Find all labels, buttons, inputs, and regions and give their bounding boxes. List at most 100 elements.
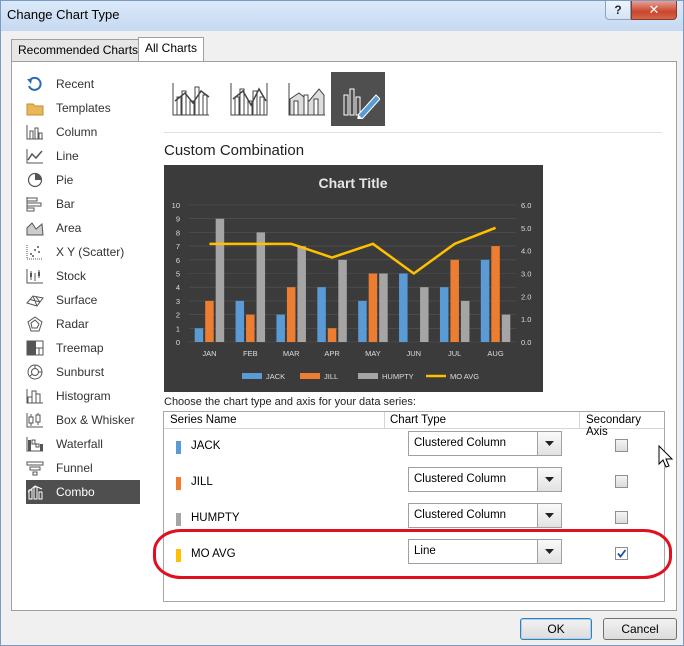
series-color-swatch [176,513,181,526]
sidebar-item-templates[interactable]: Templates [26,96,140,120]
secondary-axis-checkbox[interactable] [615,511,628,524]
column-chart-icon [26,124,44,140]
sidebar-item-label: X Y (Scatter) [56,245,125,259]
red-highlight-annotation [153,529,672,579]
sidebar-item-radar[interactable]: Radar [26,312,140,336]
radar-chart-icon [26,316,44,332]
bar-jack [358,300,367,342]
sidebar-item-label: Combo [56,485,95,499]
bar-jack [317,287,326,342]
y2-tick-label: 2.0 [521,292,531,301]
bar-humpty [338,259,347,342]
series-name: HUMPTY [191,512,240,524]
series-color-swatch [176,477,181,490]
y2-tick-label: 3.0 [521,270,531,279]
sidebar-item-recent[interactable]: Recent [26,72,140,96]
clustered-column-line-icon[interactable] [164,72,218,126]
tab-recommended-charts[interactable]: Recommended Charts [11,39,146,61]
x-tick-label: JAN [202,349,216,358]
sidebar-item-waterfall[interactable]: Waterfall [26,432,140,456]
y-tick-label: 7 [176,242,180,251]
pie-chart-icon [26,172,44,188]
bar-humpty [460,300,470,342]
sidebar-item-column[interactable]: Column [26,120,140,144]
legend-label: HUMPTY [382,372,414,381]
sidebar-item-histogram[interactable]: Histogram [26,384,140,408]
cancel-button[interactable]: Cancel [603,618,677,640]
bar-humpty [379,273,388,342]
bar-jack [194,328,204,342]
sidebar-item-area[interactable]: Area [26,216,140,240]
sidebar-item-label: Radar [56,317,89,331]
ok-button[interactable]: OK [520,618,592,640]
recent-icon [26,76,44,92]
tab-all-charts[interactable]: All Charts [138,37,205,61]
bar-jill [246,314,255,342]
sidebar-item-box-whisker[interactable]: Box & Whisker [26,408,140,432]
help-button[interactable]: ? [605,1,631,20]
sidebar-item-combo[interactable]: Combo [26,480,140,504]
sidebar-item-label: Column [56,125,98,139]
y2-tick-label: 6.0 [521,201,531,210]
combo-chart-icon [26,484,44,500]
sidebar-item-stock[interactable]: Stock [26,264,140,288]
x-tick-label: AUG [487,349,503,358]
sidebar-item-surface[interactable]: Surface [26,288,140,312]
series-row: JILL Clustered Column [164,465,664,501]
bar-jill [450,259,459,342]
section-heading: Custom Combination [164,142,305,159]
close-button[interactable]: ✕ [631,1,677,20]
sidebar-item-bar[interactable]: Bar [26,192,140,216]
legend-label: JILL [324,372,338,381]
sunburst-icon [26,364,44,380]
legend-marker [300,373,320,379]
secondary-axis-checkbox[interactable] [615,475,628,488]
sidebar-item-line[interactable]: Line [26,144,140,168]
y-tick-label: 2 [176,311,180,320]
secondary-axis-checkbox[interactable] [615,439,628,452]
chart-type-dropdown[interactable]: Clustered Column [408,431,562,456]
sidebar-item-label: Box & Whisker [56,413,135,427]
chevron-down-icon[interactable] [537,468,561,491]
sidebar-item-sunburst[interactable]: Sunburst [26,360,140,384]
waterfall-icon [26,436,44,452]
sidebar-item-pie[interactable]: Pie [26,168,140,192]
bar-jill [368,273,378,342]
legend-marker [242,373,262,379]
bar-humpty [501,314,511,342]
y-tick-label: 3 [176,297,180,306]
stacked-area-column-icon[interactable] [280,72,334,126]
bar-humpty [215,218,225,342]
x-tick-label: FEB [243,349,258,358]
y2-tick-label: 0.0 [521,338,531,347]
sidebar-item-x-y-scatter[interactable]: X Y (Scatter) [26,240,140,264]
clustered-column-line-secondary-icon[interactable] [222,72,276,126]
mouse-pointer-icon [658,445,674,468]
y-tick-label: 4 [176,283,180,292]
chevron-down-icon[interactable] [537,432,561,455]
bar-jack [276,314,285,342]
sidebar-item-label: Waterfall [56,437,103,451]
x-tick-label: JUN [407,349,422,358]
box-whisker-icon [26,412,44,428]
funnel-icon [26,460,44,476]
custom-combination-icon[interactable] [331,72,385,126]
histogram-icon [26,388,44,404]
sidebar-item-label: Treemap [56,341,104,355]
series-name: JILL [191,476,213,488]
stock-chart-icon [26,268,44,284]
sidebar-item-label: Sunburst [56,365,105,379]
legend-label: MO AVG [450,372,479,381]
chart-type-dropdown[interactable]: Clustered Column [408,503,562,528]
chevron-down-icon[interactable] [537,504,561,527]
sidebar-item-label: Recent [56,77,95,91]
y-tick-label: 5 [176,270,180,279]
sidebar-item-funnel[interactable]: Funnel [26,456,140,480]
sidebar-item-treemap[interactable]: Treemap [26,336,140,360]
series-name: JACK [191,440,221,452]
surface-chart-icon [26,292,44,308]
series-color-swatch [176,441,181,454]
sidebar-item-label: Funnel [56,461,93,475]
sidebar-item-label: Stock [56,269,87,283]
chart-type-dropdown[interactable]: Clustered Column [408,467,562,492]
